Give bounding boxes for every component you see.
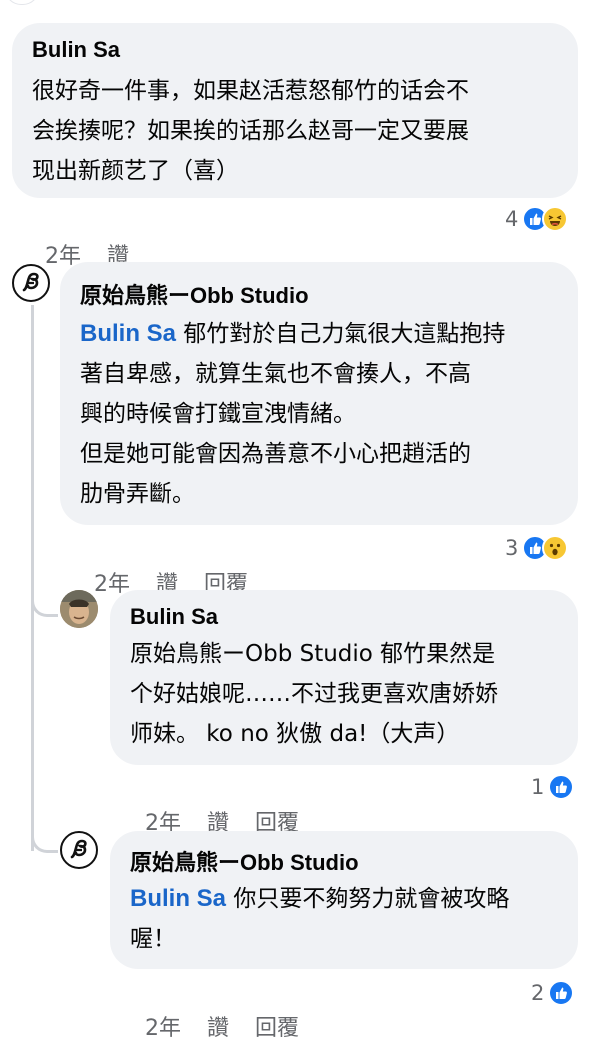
comment-author[interactable]: 原始鳥熊ーObb Studio: [130, 845, 558, 877]
comment-actions: 2年讚回覆: [131, 780, 325, 837]
surprised-emoji-icon: [542, 535, 569, 561]
comment-text: Bulin Sa 你只要不夠努力就會被攻略 喔！: [130, 879, 558, 959]
user-avatar[interactable]: [60, 590, 98, 628]
comment-actions: 2年 讚 回覆: [131, 985, 325, 1042]
reactions[interactable]: 4: [505, 206, 569, 232]
comment-bubble: 原始鳥熊ーObb Studio Bulin Sa 郁竹對於自己力氣很大這點抱持 …: [60, 262, 578, 525]
comment-text: Bulin Sa 郁竹對於自己力氣很大這點抱持 著自卑感，就算生氣也不會揍人，不…: [80, 314, 558, 514]
reply-button[interactable]: 回覆: [255, 1016, 299, 1041]
comment-text-rest: 喔！: [130, 926, 176, 952]
reaction-count: 2: [531, 981, 545, 1005]
like-icon: [548, 980, 575, 1006]
comment-text-first-line: 郁竹對於自己力氣很大這點抱持: [176, 321, 506, 347]
mention-link[interactable]: Bulin Sa: [80, 320, 176, 347]
comment-text: 原始鳥熊ーObb Studio 郁竹果然是 个好姑娘呢……不过我更喜欢唐娇娇 师…: [130, 641, 498, 747]
comment-author[interactable]: Bulin Sa: [32, 37, 558, 63]
comment-text: 很好奇一件事，如果赵活惹怒郁竹的话会不 会挨揍呢？如果挨的话那么赵哥一定又要展 …: [32, 78, 469, 184]
comment-bubble: Bulin Sa 原始鳥熊ーObb Studio 郁竹果然是 个好姑娘呢……不过…: [110, 590, 578, 765]
reactions[interactable]: 2: [531, 980, 575, 1006]
comment-bubble: Bulin Sa 很好奇一件事，如果赵活惹怒郁竹的话会不 会挨揍呢？如果挨的话那…: [12, 23, 578, 198]
reactions[interactable]: 1: [531, 774, 575, 800]
reaction-count: 4: [505, 207, 519, 231]
comment-time[interactable]: 2年: [145, 1016, 181, 1041]
like-icon: [548, 774, 575, 800]
studio-avatar[interactable]: [12, 264, 50, 302]
laughing-emoji-icon: [542, 206, 569, 232]
comment-bubble: 原始鳥熊ーObb Studio Bulin Sa 你只要不夠努力就會被攻略 喔！: [110, 831, 578, 969]
studio-avatar[interactable]: [60, 831, 98, 869]
thread-line: [31, 305, 34, 851]
reaction-count: 3: [505, 536, 519, 560]
comment-author[interactable]: Bulin Sa: [130, 604, 558, 630]
comment-text-rest: 著自卑感，就算生氣也不會揍人，不高 興的時候會打鐵宣洩情緒。 但是她可能會因為善…: [80, 361, 471, 507]
like-button[interactable]: 讚: [207, 1016, 229, 1041]
comment-text-first-line: 你只要不夠努力就會被攻略: [226, 886, 510, 912]
comment-author[interactable]: 原始鳥熊ーObb Studio: [80, 278, 558, 310]
reaction-count: 1: [531, 775, 545, 799]
mention-link[interactable]: Bulin Sa: [130, 885, 226, 912]
reactions[interactable]: 3: [505, 535, 569, 561]
thread-connector-top: [5, 0, 39, 5]
thread-branch: [31, 822, 58, 853]
thread-branch: [31, 588, 58, 617]
